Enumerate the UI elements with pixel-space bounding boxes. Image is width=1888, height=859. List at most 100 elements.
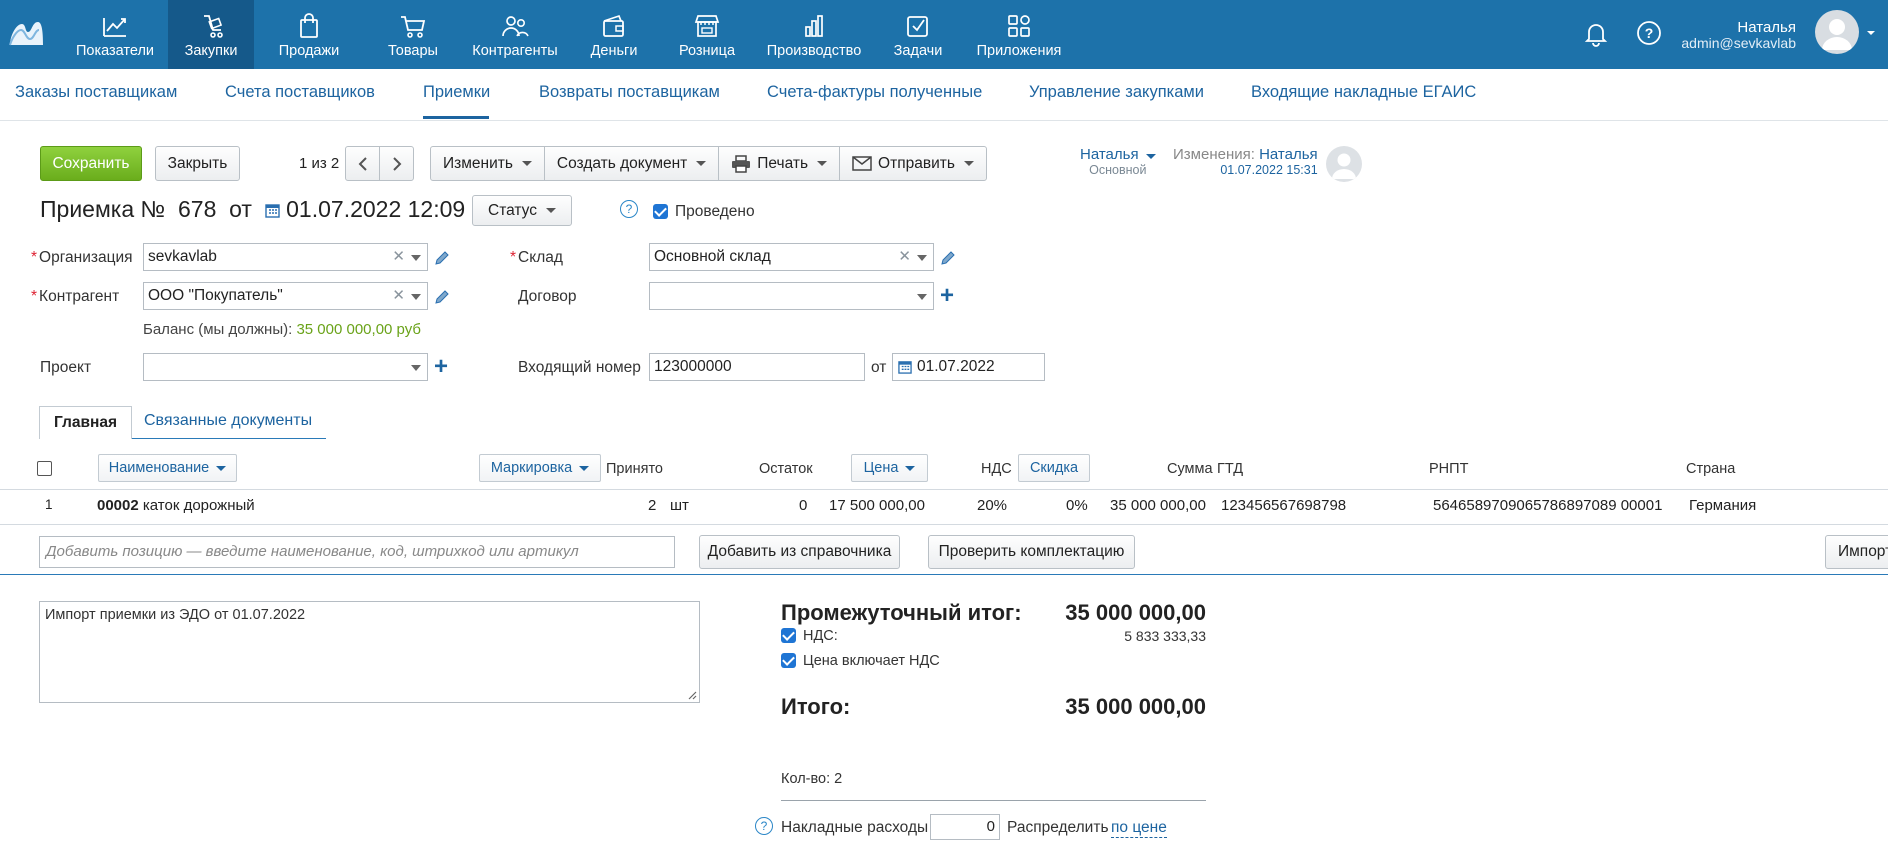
- user-name[interactable]: Наталья: [1737, 19, 1796, 36]
- tab-related-documents[interactable]: Связанные документы: [144, 412, 312, 430]
- row-unit: шт: [670, 497, 689, 514]
- chevron-down-icon[interactable]: [411, 365, 421, 371]
- organization-select[interactable]: sevkavlab ✕: [143, 243, 428, 271]
- status-dropdown[interactable]: Статус: [472, 195, 572, 226]
- nav-item-indicators[interactable]: Показатели: [62, 0, 168, 69]
- help-icon[interactable]: ?: [755, 817, 773, 835]
- edit-dropdown[interactable]: Изменить: [431, 147, 545, 180]
- vat-column-header: НДС: [981, 461, 1012, 477]
- close-button[interactable]: Закрыть: [155, 146, 240, 181]
- nav-item-production[interactable]: Производство: [754, 0, 874, 69]
- nav-item-purchases[interactable]: Закупки: [168, 0, 254, 69]
- price-includes-vat-checkbox[interactable]: [781, 653, 796, 668]
- doc-date[interactable]: 01.07.2022 12:09: [286, 196, 465, 222]
- clear-icon[interactable]: ✕: [392, 244, 405, 270]
- subnav-item-egais-invoices[interactable]: Входящие накладные ЕГАИС: [1251, 83, 1476, 102]
- subnav-item-received-invoices[interactable]: Счета-фактуры полученные: [767, 83, 982, 102]
- clear-icon[interactable]: ✕: [392, 283, 405, 309]
- row-gtd[interactable]: 123456567698798: [1221, 497, 1346, 514]
- chevron-down-icon[interactable]: [411, 294, 421, 300]
- posted-checkbox[interactable]: [653, 204, 668, 219]
- nav-item-goods[interactable]: Товары: [364, 0, 462, 69]
- incoming-date-input[interactable]: 01.07.2022: [892, 353, 1045, 381]
- nav-item-tasks[interactable]: Задачи: [874, 0, 962, 69]
- subnav-item-purchase-management[interactable]: Управление закупками: [1029, 83, 1204, 102]
- help-icon[interactable]: ?: [620, 200, 638, 218]
- chevron-down-icon[interactable]: [917, 294, 927, 300]
- row-vat[interactable]: 20%: [977, 497, 1007, 514]
- nav-item-apps[interactable]: Приложения: [962, 0, 1076, 69]
- name-column-header[interactable]: Наименование: [98, 454, 237, 482]
- printer-icon: [732, 154, 751, 173]
- add-contract-icon[interactable]: +: [940, 284, 954, 308]
- pencil-icon[interactable]: [434, 289, 450, 305]
- price-column-header[interactable]: Цена: [851, 454, 928, 482]
- edit-label: Изменить: [443, 154, 513, 172]
- remainder-column-header: Остаток: [759, 461, 813, 477]
- nav-item-retail[interactable]: Розница: [660, 0, 754, 69]
- print-dropdown[interactable]: Печать: [719, 147, 841, 180]
- changes-author[interactable]: Наталья: [1259, 146, 1318, 163]
- store-icon: [694, 15, 720, 37]
- contract-select[interactable]: [649, 282, 934, 310]
- vat-checkbox[interactable]: [781, 628, 796, 643]
- user-email[interactable]: admin@sevkavlab: [1681, 35, 1796, 51]
- comment-textarea[interactable]: Импорт приемки из ЭДО от 01.07.2022: [39, 601, 700, 703]
- chevron-down-icon[interactable]: [917, 255, 927, 261]
- doc-number[interactable]: 678: [178, 196, 216, 222]
- save-button[interactable]: Сохранить: [40, 146, 142, 181]
- chart-line-icon: [103, 18, 126, 37]
- clear-icon[interactable]: ✕: [898, 244, 911, 270]
- subnav-item-supplier-orders[interactable]: Заказы поставщикам: [15, 83, 177, 102]
- counterparty-select[interactable]: ООО "Покупатель" ✕: [143, 282, 428, 310]
- changes-label: Изменения:: [1173, 146, 1255, 163]
- row-price[interactable]: 17 500 000,00: [829, 497, 925, 514]
- add-project-icon[interactable]: +: [434, 355, 448, 379]
- prev-button[interactable]: [345, 146, 380, 181]
- subnav-item-receipts[interactable]: Приемки: [423, 83, 490, 102]
- bell-icon[interactable]: [1582, 19, 1610, 47]
- resize-handle-icon[interactable]: [687, 690, 697, 700]
- nav-item-counterparties[interactable]: Контрагенты: [462, 0, 568, 69]
- pencil-icon[interactable]: [434, 250, 450, 266]
- row-country[interactable]: Германия: [1689, 497, 1756, 514]
- nav-item-money[interactable]: Деньги: [568, 0, 660, 69]
- balance-text: Баланс (мы должны): 35 000 000,00 руб: [143, 321, 421, 338]
- distribute-by-price-link[interactable]: по цене: [1111, 819, 1167, 838]
- row-product[interactable]: 00002 каток дорожный: [97, 497, 255, 514]
- discount-column-header[interactable]: Скидка: [1018, 454, 1090, 482]
- check-kit-button[interactable]: Проверить комплектацию: [928, 535, 1135, 569]
- nav-item-sales[interactable]: Продажи: [254, 0, 364, 69]
- calendar-icon[interactable]: [265, 203, 280, 218]
- chevron-left-icon: [358, 156, 367, 171]
- counterparty-label: * Контрагент: [31, 288, 120, 305]
- row-rnpt[interactable]: 5646589709065786897089 00001: [1433, 497, 1662, 514]
- select-all-checkbox[interactable]: [37, 461, 52, 476]
- shopping-bag-icon: [300, 13, 318, 38]
- warehouse-select[interactable]: Основной склад ✕: [649, 243, 934, 271]
- row-qty[interactable]: 2: [648, 497, 656, 514]
- subnav-item-supplier-invoices[interactable]: Счета поставщиков: [225, 83, 375, 102]
- project-select[interactable]: [143, 353, 428, 381]
- next-button[interactable]: [379, 146, 414, 181]
- chevron-down-icon[interactable]: [1866, 28, 1876, 38]
- import-button[interactable]: Импорт: [1825, 535, 1888, 569]
- add-from-catalog-button[interactable]: Добавить из справочника: [699, 535, 900, 569]
- tab-main[interactable]: Главная: [39, 406, 132, 439]
- marking-column-header[interactable]: Маркировка: [479, 454, 601, 482]
- overhead-input[interactable]: 0: [930, 814, 1000, 840]
- create-document-dropdown[interactable]: Создать документ: [545, 147, 720, 180]
- calendar-icon[interactable]: [898, 360, 912, 374]
- row-discount[interactable]: 0%: [1066, 497, 1088, 514]
- help-icon[interactable]: ?: [1635, 19, 1663, 47]
- avatar[interactable]: [1815, 10, 1859, 54]
- price-includes-vat-label: Цена включает НДС: [803, 653, 940, 669]
- subnav-item-supplier-returns[interactable]: Возвраты поставщикам: [539, 83, 720, 102]
- app-logo-icon[interactable]: [8, 18, 44, 48]
- send-dropdown[interactable]: Отправить: [840, 147, 986, 180]
- owner-selector[interactable]: Наталья Основной: [1080, 146, 1156, 177]
- chevron-down-icon[interactable]: [411, 255, 421, 261]
- pencil-icon[interactable]: [940, 250, 956, 266]
- add-position-input[interactable]: Добавить позицию — введите наименование,…: [39, 536, 675, 568]
- incoming-number-input[interactable]: 123000000: [649, 353, 865, 381]
